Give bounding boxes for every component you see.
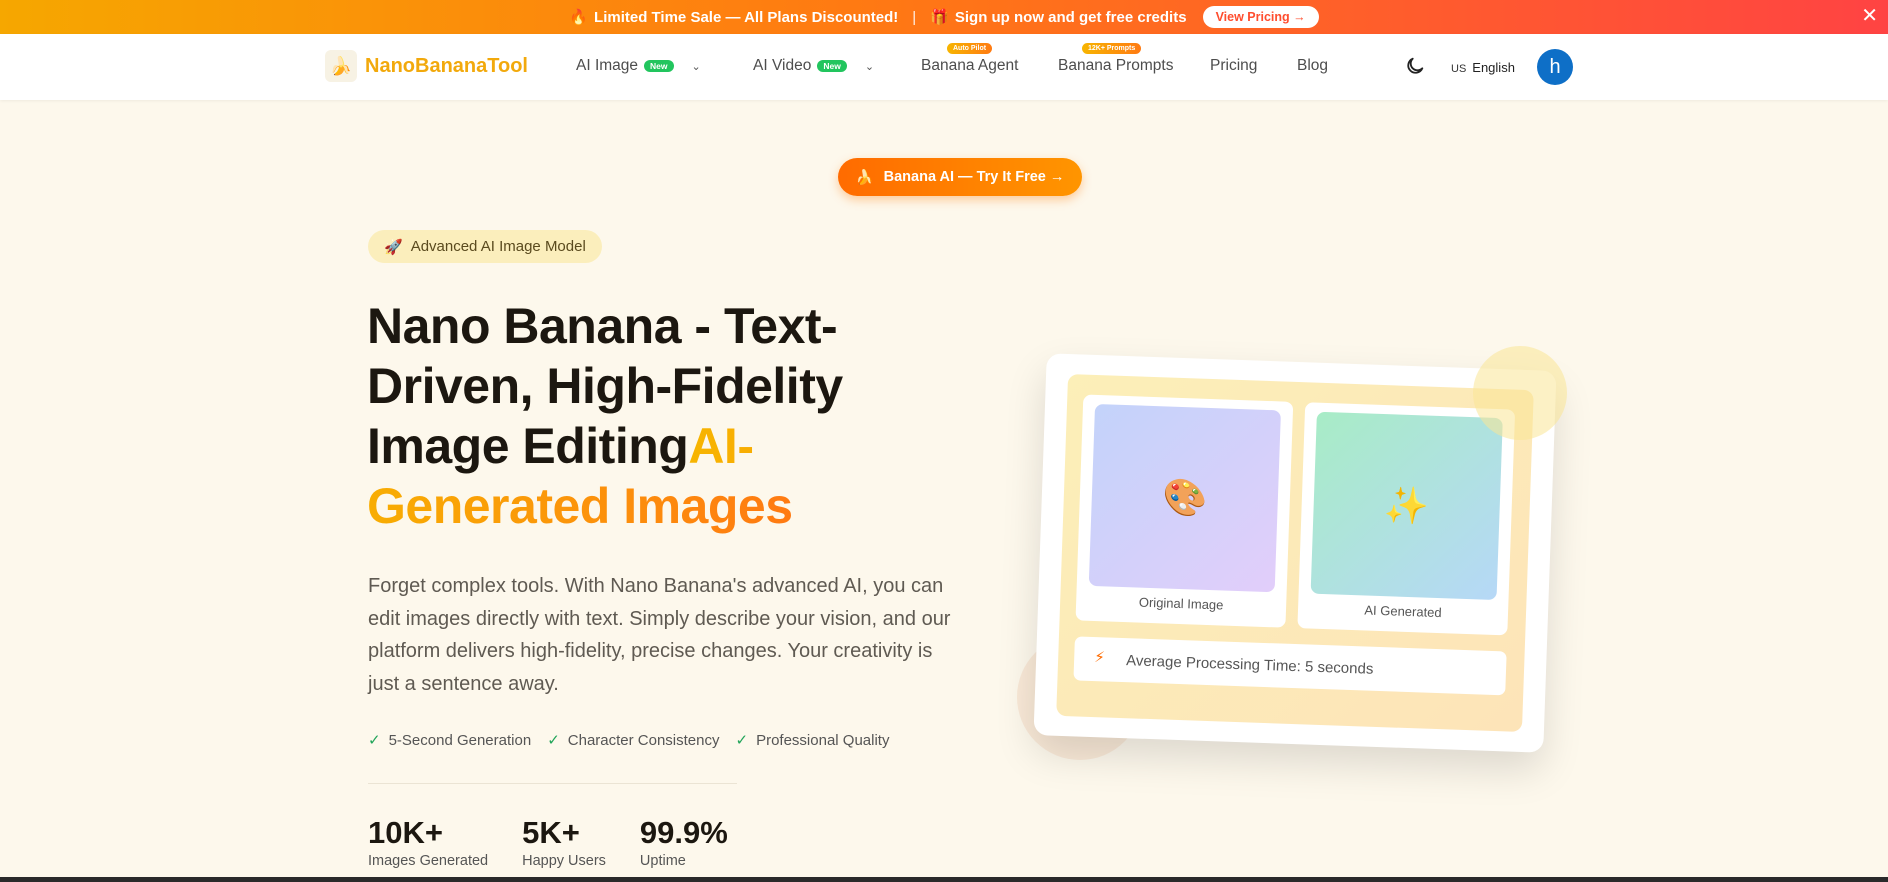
stat-item: 5K+ Happy Users [522,815,606,869]
stat-item: 99.9% Uptime [640,815,728,869]
stats-divider [368,783,737,784]
nav-item-label: Blog [1297,57,1329,74]
feature-list: ✓ 5-Second Generation ✓ Character Consis… [368,731,905,750]
stat-value: 99.9% [639,815,728,850]
feature-item: ✓ Character Consistency [547,731,720,750]
feature-label: 5-Second Generation [388,731,532,749]
processing-time-bar: ⚡ Average Processing Time: 5 seconds [1073,636,1507,696]
feature-item: ✓ Professional Quality [735,731,890,750]
promo-banner: 🔥 Limited Time Sale — All Plans Discount… [0,0,1888,34]
nav-item-ai-video[interactable]: AI Video New ⌄ [753,57,874,75]
brand-name: NanoBananaTool [365,54,528,77]
page-title: Nano Banana - Text-Driven, High-Fidelity… [367,296,927,536]
lightning-icon: ⚡ [1093,649,1106,667]
feature-label: Character Consistency [567,731,720,749]
language-label: English [1472,60,1515,75]
us-flag-icon: US [1451,63,1467,75]
banana-logo-icon: 🍌 [325,50,357,82]
stats-row: 10K+ Images Generated 5K+ Happy Users 99… [368,815,762,869]
decorative-circle [1473,346,1567,440]
new-badge: New [644,60,674,72]
nav-item-pricing[interactable]: Pricing [1210,57,1257,75]
gift-icon: 🎁 [930,9,949,26]
view-pricing-button[interactable]: View Pricing → [1202,6,1319,28]
promo-separator: | [912,8,917,26]
original-image-caption: Original Image [1138,594,1224,613]
chevron-down-icon: ⌄ [691,60,701,73]
language-selector[interactable]: US English [1451,60,1515,75]
sparkles-icon: ✨ [1310,411,1503,601]
headline-main: Nano Banana - Text-Driven, High-Fidelity… [367,298,843,474]
moon-icon[interactable] [1404,55,1426,77]
promo-sale-text: Limited Time Sale — All Plans Discounted… [594,8,899,26]
auto-pilot-badge: Auto Pilot [947,43,993,54]
top-nav: 🍌 NanoBananaTool AI Image New ⌄ AI Video… [0,34,1888,100]
nav-item-blog[interactable]: Blog [1297,57,1328,75]
nav-item-banana-prompts[interactable]: 12K+ Prompts Banana Prompts [1058,43,1174,75]
model-pill: 🚀 Advanced AI Image Model [368,230,602,263]
prompts-count-badge: 12K+ Prompts [1082,43,1142,54]
processing-time-text: Average Processing Time: 5 seconds [1125,651,1374,678]
banana-icon: 🍌 [855,169,874,186]
illustration-inner: 🎨 Original Image ✨ AI Generated ⚡ Averag… [1056,373,1534,733]
nav-item-ai-image[interactable]: AI Image New ⌄ [576,57,701,75]
try-free-label: Banana AI — Try It Free → [883,169,1065,185]
rocket-icon: 🚀 [384,238,403,256]
hero-description: Forget complex tools. With Nano Banana's… [368,575,951,695]
chevron-down-icon: ⌄ [864,60,875,73]
brand-logo[interactable]: 🍌 NanoBananaTool [325,50,528,82]
nav-item-label: AI Video [753,57,812,74]
check-icon: ✓ [368,732,381,749]
ai-generated-caption: AI Generated [1364,602,1442,621]
new-badge: New [817,60,847,72]
original-image-panel: 🎨 Original Image [1075,394,1294,628]
nav-item-label: Banana Prompts [1058,57,1174,74]
close-icon[interactable]: ✕ [1861,5,1878,27]
nav-item-banana-agent[interactable]: Auto Pilot Banana Agent [921,43,1019,75]
stat-label: Happy Users [522,853,606,869]
user-avatar[interactable]: h [1537,49,1573,85]
promo-signup-text: Sign up now and get free credits [954,8,1187,26]
nav-item-label: Pricing [1210,57,1258,74]
check-icon: ✓ [735,732,749,749]
fire-icon: 🔥 [569,9,589,26]
nav-item-label: AI Image [576,57,639,74]
model-pill-label: Advanced AI Image Model [410,238,586,255]
feature-label: Professional Quality [756,731,890,749]
palette-icon: 🎨 [1088,403,1281,593]
stat-item: 10K+ Images Generated [368,815,488,869]
feature-item: ✓ 5-Second Generation [368,731,532,750]
stat-value: 5K+ [522,815,580,850]
bottom-edge [0,877,1888,882]
stat-label: Images Generated [368,853,489,869]
nav-item-label: Banana Agent [921,57,1019,74]
try-free-button[interactable]: 🍌 Banana AI — Try It Free → [838,158,1082,196]
ai-generated-panel: ✨ AI Generated [1297,402,1516,636]
check-icon: ✓ [547,732,560,749]
stat-label: Uptime [639,853,686,869]
stat-value: 10K+ [368,815,443,850]
